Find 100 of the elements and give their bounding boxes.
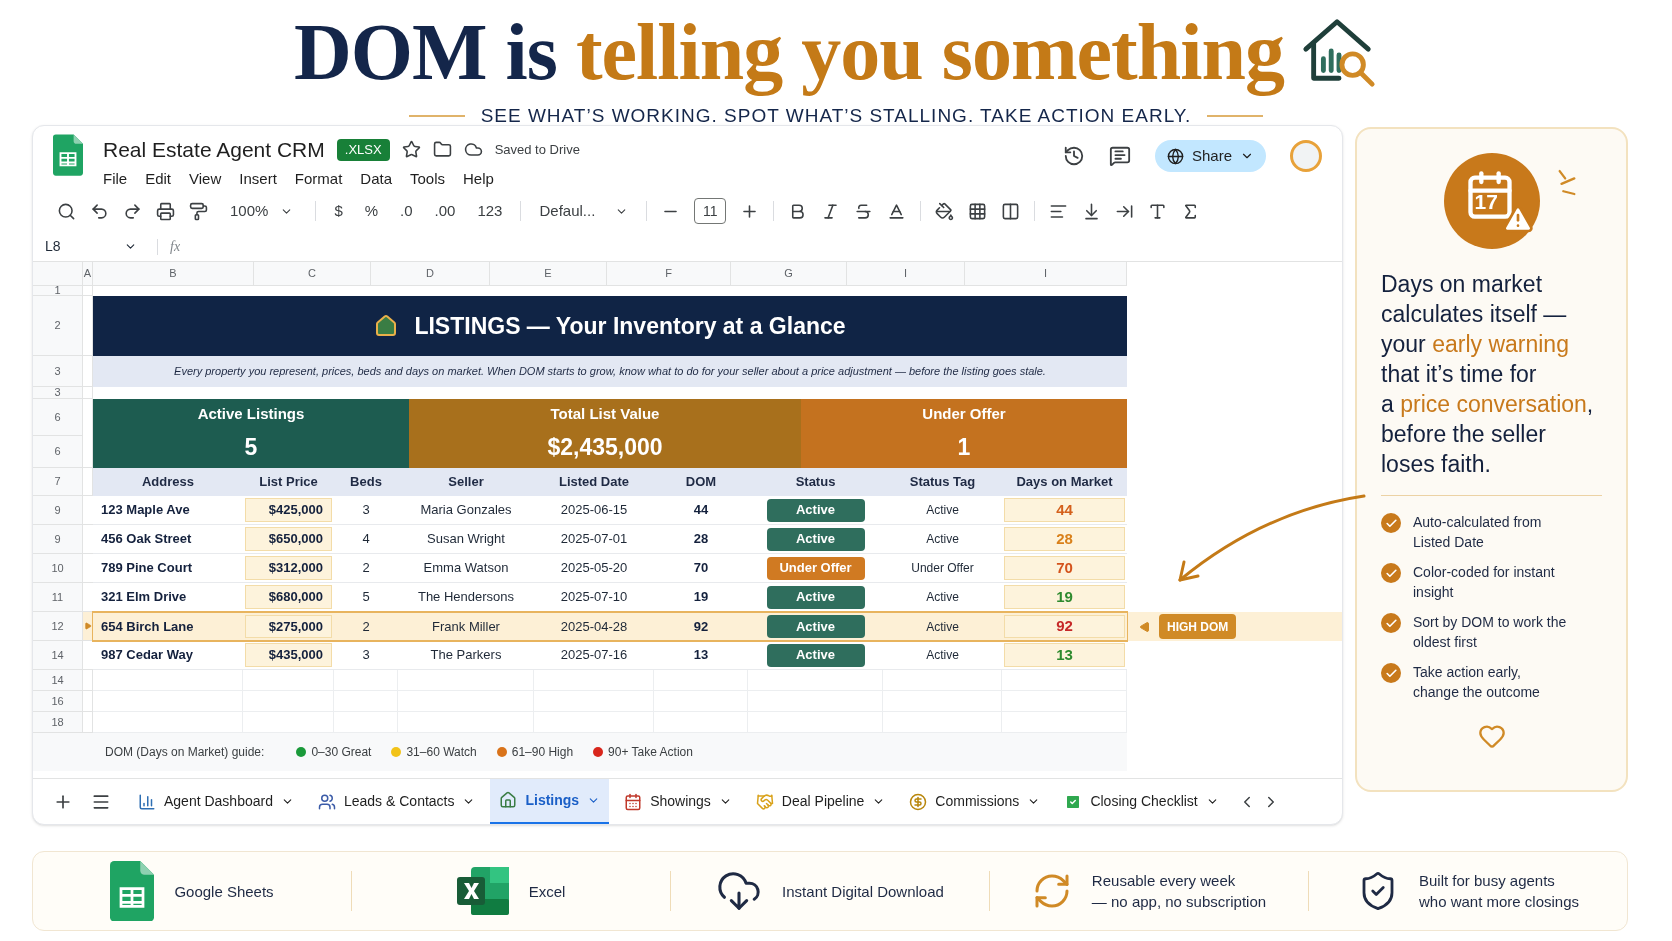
row-number: 16 (33, 691, 83, 712)
column-heading: Days on Market (1015, 473, 1114, 492)
headline: DOM is telling you something (294, 7, 1284, 98)
sheet-tab[interactable]: Closing Checklist (1055, 778, 1228, 824)
dom-cell-text: 92 (692, 617, 710, 636)
listing-row[interactable]: 12 654 Birch Lane $275,000 2 Frank Miller 2025-04-28 92 Active Active 92 HIGH DOM (33, 612, 1342, 641)
zoom-dropdown[interactable]: 100% (222, 199, 302, 223)
decrease-decimals-button[interactable]: .0 (396, 199, 417, 223)
seller-cell-text: Emma Watson (422, 559, 510, 578)
feature-bullet: Sort by DOM to work the oldest first (1413, 613, 1567, 652)
legend-label: 90+ Take Action (608, 744, 693, 761)
address-cell-text: 987 Cedar Way (100, 646, 194, 665)
percent-format-button[interactable]: % (360, 199, 383, 223)
listing-row[interactable]: 14 987 Cedar Way $435,000 3 The Parkers 2025-07-16 13 Active Active 13 (33, 641, 1342, 670)
beds-cell-text: 2 (361, 617, 371, 636)
column-header[interactable]: C (254, 262, 371, 286)
beds-cell-text: 3 (361, 646, 371, 665)
status-tag-cell-text: Active (925, 502, 960, 519)
listing-row[interactable]: 10 789 Pine Court $312,000 2 Emma Watson 2025-05-20 70 Under Offer Under Offer 70 (33, 554, 1342, 583)
days-cell: 70 (1004, 556, 1125, 580)
column-heading: Listed Date (557, 473, 631, 492)
panel-headline: Days on market calculates itself — your early warning that it’s time for a price conversation, before the seller loses faith. (1381, 270, 1595, 479)
days-cell: 44 (1004, 498, 1125, 522)
row-number: 3 (33, 387, 83, 399)
kpi-value: 5 (244, 432, 258, 462)
status-tag-cell-text: Active (925, 618, 960, 636)
feature-bullet: Color-coded for instant insight (1413, 563, 1555, 602)
column-heading: Seller (447, 473, 485, 492)
seller-cell-text: The Hendersons (416, 588, 516, 607)
date-cell-text: 2025-07-16 (559, 646, 629, 665)
date-cell-text: 2025-07-10 (559, 588, 629, 607)
feature-text: Built for busy agents who want more closings (1418, 871, 1580, 912)
font-size-field[interactable]: 11 (694, 198, 727, 224)
row-number: 14 (33, 670, 83, 691)
menu-item[interactable]: Edit (145, 167, 172, 190)
sheet-tab[interactable]: Showings (615, 778, 741, 824)
column-header[interactable]: E (490, 262, 607, 286)
dom-cell-text: 28 (692, 530, 710, 549)
row-number: 6 (33, 436, 83, 468)
listing-row[interactable]: 9 456 Oak Street $650,000 4 Susan Wright 2025-07-01 28 Active Active 28 (33, 525, 1342, 554)
listing-row[interactable]: 11 321 Elm Drive $680,000 5 The Hendersons 2025-07-10 19 Active Active 19 (33, 583, 1342, 612)
price-cell: $312,000 (245, 556, 332, 580)
days-cell: 13 (1004, 643, 1125, 667)
date-cell-text: 2025-04-28 (559, 617, 629, 636)
currency-format-button[interactable]: $ (330, 199, 347, 223)
seller-cell-text: The Parkers (429, 646, 503, 665)
beds-cell-text: 2 (361, 559, 371, 578)
sheet-tab[interactable]: Leads & Contacts (308, 778, 485, 824)
row-number: 1 (33, 286, 83, 296)
status-pill: Active (766, 615, 865, 638)
status-pill: Active (766, 643, 865, 667)
sheet-tab[interactable]: Deal Pipeline (746, 778, 895, 824)
date-cell-text: 2025-07-01 (559, 530, 629, 549)
description-banner: Every property you represent, prices, beds and days on market. When DOM starts to grow, know what to do for your seller about a price adjustment — before the listing goes stale. (93, 356, 1127, 387)
menu-item[interactable]: Tools (410, 167, 446, 190)
listing-row[interactable]: 9 123 Maple Ave $425,000 3 Maria Gonzales 2025-06-15 44 Active Active 44 (33, 496, 1342, 525)
cell-reference-box[interactable]: L8 (45, 236, 145, 257)
days-cell: 19 (1004, 585, 1125, 609)
menu-item[interactable]: Format (294, 167, 343, 190)
legend-label: 31–60 Watch (406, 744, 477, 761)
column-header[interactable]: G (731, 262, 847, 286)
status-pill: Under Offer (766, 556, 865, 580)
share-button[interactable]: Share (1154, 140, 1266, 172)
column-header[interactable]: I (847, 262, 965, 286)
status-tag-cell-text: Active (925, 589, 960, 606)
date-cell-text: 2025-06-15 (559, 501, 629, 520)
sheet-tab[interactable]: Agent Dashboard (129, 778, 303, 824)
row-number: 12 (33, 612, 83, 641)
beds-cell-text: 3 (361, 501, 371, 520)
column-header[interactable]: D (371, 262, 490, 286)
menu-item[interactable]: View (189, 167, 222, 190)
status-pill: Active (766, 498, 865, 522)
dom-cell-text: 13 (692, 646, 710, 665)
row-number: 7 (33, 468, 83, 496)
document-title[interactable]: Real Estate Agent CRM (103, 134, 325, 166)
number-format-button[interactable]: 123 (473, 199, 507, 223)
column-header[interactable]: B (93, 262, 254, 286)
feature-bullet: Take action early, change the outcome (1413, 663, 1540, 702)
row-number: 18 (33, 712, 83, 733)
sheet-tab[interactable]: Listings (490, 778, 610, 824)
sheet-tab[interactable]: Commissions (900, 778, 1050, 824)
menu-item[interactable]: Data (360, 167, 392, 190)
status-tag-cell-text: Active (925, 531, 960, 548)
address-cell-text: 456 Oak Street (100, 530, 193, 549)
seller-cell-text: Maria Gonzales (419, 501, 513, 520)
column-header[interactable]: I (965, 262, 1127, 286)
menu-item[interactable]: Insert (239, 167, 277, 190)
increase-decimals-button[interactable]: .00 (430, 199, 460, 223)
address-cell-text: 123 Maple Ave (100, 501, 191, 520)
tagline: SEE WHAT’S WORKING. SPOT WHAT’S STALLING. TAKE ACTION EARLY. (480, 104, 1192, 128)
kpi-label: Under Offer (922, 404, 1006, 424)
menu-item[interactable]: Help (463, 167, 494, 190)
price-cell: $425,000 (245, 498, 332, 522)
font-dropdown[interactable]: Defaul... (535, 199, 633, 223)
status-tag-cell-text: Active (925, 647, 960, 664)
column-header[interactable]: F (607, 262, 731, 286)
menu-item[interactable]: File (103, 167, 128, 190)
days-cell: 28 (1004, 527, 1125, 551)
formula-label: fx (170, 238, 181, 256)
status-tag-cell-text: Under Offer (910, 560, 975, 577)
